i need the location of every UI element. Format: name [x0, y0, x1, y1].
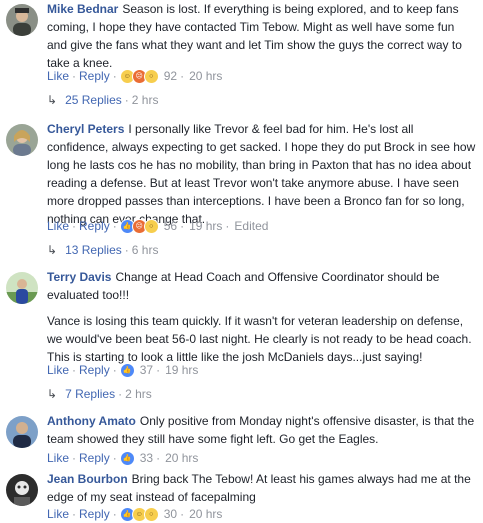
separator: · [124, 243, 129, 257]
reaction-summary[interactable]: 👍 [119, 362, 135, 378]
separator: · [225, 219, 230, 233]
comment-body: Anthony Amato Only positive from Monday n… [47, 412, 477, 448]
separator: · [180, 69, 185, 83]
comment-body: Jean Bourbon Bring back The Tebow! At lea… [47, 470, 477, 506]
wow-reaction-icon: ○ [143, 68, 159, 84]
reply-arrow-icon: ↳ [47, 93, 58, 107]
comment-time[interactable]: 20 hrs [189, 69, 222, 83]
separator: · [112, 507, 117, 521]
comment-author[interactable]: Anthony Amato [47, 414, 136, 428]
comment-actions: Like · Reply · 👍 37 · 19 hrs [47, 362, 198, 378]
comment-text: I personally like Trevor & feel bad for … [47, 122, 476, 226]
comment-actions: Like · Reply · 👍 33 · 20 hrs [47, 450, 198, 466]
reply-link[interactable]: Reply [79, 69, 110, 83]
comment-actions: Like · Reply · ☺ ☹ ○ 92 · 20 hrs [47, 68, 222, 84]
reaction-summary[interactable]: 👍 [119, 450, 135, 466]
replies-count-link[interactable]: 13 Replies [65, 243, 122, 257]
reaction-count[interactable]: 56 [164, 219, 177, 233]
comment-time[interactable]: 20 hrs [165, 451, 198, 465]
like-link[interactable]: Like [47, 363, 69, 377]
separator: · [180, 219, 185, 233]
separator: · [112, 219, 117, 233]
separator: · [72, 507, 77, 521]
view-replies[interactable]: ↳ 13 Replies · 6 hrs [47, 242, 158, 258]
replies-count-link[interactable]: 25 Replies [65, 93, 122, 107]
separator: · [156, 451, 161, 465]
replies-time: 6 hrs [131, 243, 159, 257]
comment-actions: Like · Reply · 👍 ☺ ○ 30 · 20 hrs [47, 506, 222, 522]
separator: · [72, 363, 77, 377]
reaction-summary[interactable]: 👍 ☹ ○ [119, 218, 159, 234]
separator: · [112, 451, 117, 465]
comment-author[interactable]: Cheryl Peters [47, 122, 124, 136]
edited-label[interactable]: Edited [234, 219, 268, 233]
reply-arrow-icon: ↳ [47, 387, 58, 401]
comment-time[interactable]: 20 hrs [189, 507, 222, 521]
comment-body: Mike Bednar Season is lost. If everything… [47, 0, 477, 72]
reply-arrow-icon: ↳ [47, 243, 58, 257]
view-replies[interactable]: ↳ 25 Replies · 2 hrs [47, 92, 158, 108]
reaction-count[interactable]: 30 [164, 507, 177, 521]
replies-time: 2 hrs [125, 387, 152, 401]
comment-author[interactable]: Mike Bednar [47, 2, 118, 16]
reply-link[interactable]: Reply [79, 451, 110, 465]
like-reaction-icon: 👍 [119, 362, 135, 378]
separator: · [180, 507, 185, 521]
view-replies[interactable]: ↳ 7 Replies · 2 hrs [47, 386, 152, 402]
separator: · [156, 363, 161, 377]
reply-link[interactable]: Reply [79, 219, 110, 233]
reaction-count[interactable]: 33 [140, 451, 153, 465]
separator: · [124, 93, 129, 107]
reply-link[interactable]: Reply [79, 363, 110, 377]
comment-time[interactable]: 19 hrs [165, 363, 198, 377]
avatar[interactable] [6, 416, 38, 448]
comment-author[interactable]: Terry Davis [47, 270, 111, 284]
comment-actions: Like · Reply · 👍 ☹ ○ 56 · 19 hrs · Edite… [47, 218, 268, 234]
like-reaction-icon: 👍 [119, 450, 135, 466]
reaction-count[interactable]: 37 [140, 363, 153, 377]
comment-author[interactable]: Jean Bourbon [47, 472, 128, 486]
like-link[interactable]: Like [47, 507, 69, 521]
replies-time: 2 hrs [131, 93, 159, 107]
comment-text-paragraph: Vance is losing this team quickly. If it… [47, 314, 472, 364]
like-link[interactable]: Like [47, 219, 69, 233]
comment-body: Terry Davis Change at Head Coach and Offe… [47, 268, 477, 366]
separator: · [112, 69, 117, 83]
reaction-summary[interactable]: 👍 ☺ ○ [119, 506, 159, 522]
avatar[interactable] [6, 4, 38, 36]
wow-reaction-icon: ○ [143, 506, 159, 522]
avatar[interactable] [6, 474, 38, 506]
avatar[interactable] [6, 272, 38, 304]
replies-count-link[interactable]: 7 Replies [65, 387, 115, 401]
reaction-count[interactable]: 92 [164, 69, 177, 83]
separator: · [72, 219, 77, 233]
wow-reaction-icon: ○ [143, 218, 159, 234]
reply-link[interactable]: Reply [79, 507, 110, 521]
like-link[interactable]: Like [47, 451, 69, 465]
separator: · [72, 451, 77, 465]
avatar[interactable] [6, 124, 38, 156]
separator: · [118, 387, 123, 401]
like-link[interactable]: Like [47, 69, 69, 83]
reaction-summary[interactable]: ☺ ☹ ○ [119, 68, 159, 84]
comment-body: Cheryl Peters I personally like Trevor & … [47, 120, 477, 228]
separator: · [112, 363, 117, 377]
comment-time[interactable]: 19 hrs [189, 219, 222, 233]
separator: · [72, 69, 77, 83]
